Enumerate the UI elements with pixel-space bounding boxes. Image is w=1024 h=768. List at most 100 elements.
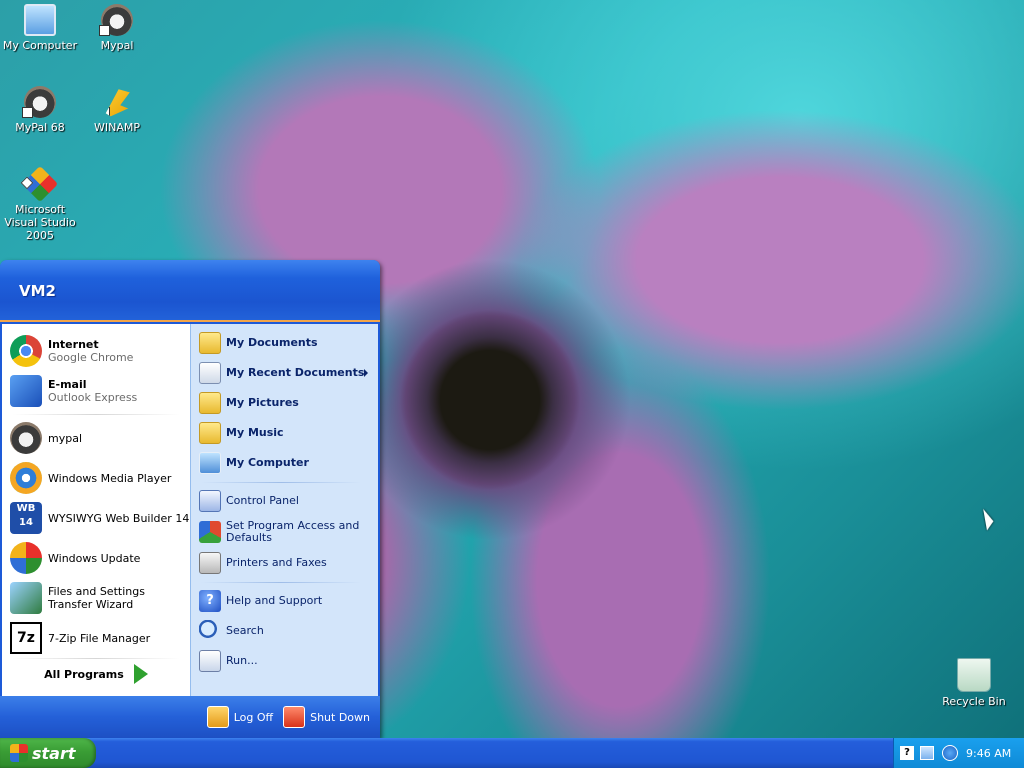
mypal-icon	[10, 422, 42, 454]
transfer-wizard-icon	[10, 582, 42, 614]
recent-item-label: WYSIWYG Web Builder 14	[48, 511, 190, 525]
recent-item-label: 7-Zip File Manager	[48, 631, 151, 645]
help-icon: ?	[199, 590, 221, 612]
green-arrow-icon	[133, 664, 148, 684]
control-panel-icon	[199, 490, 221, 512]
windows-update-icon	[10, 542, 42, 574]
tool-label: Run...	[226, 654, 258, 667]
recent-item-windows-media-player[interactable]: Windows Media Player	[2, 458, 190, 498]
tool-label: Search	[226, 624, 264, 637]
recent-item-label: mypal	[48, 431, 83, 445]
help-icon-text: ?	[206, 593, 214, 608]
search-icon	[199, 620, 221, 642]
recent-item-transfer-wizard[interactable]: Files and Settings Transfer Wizard	[2, 578, 190, 618]
recycle-bin-icon	[957, 658, 991, 692]
windows-media-player-icon	[10, 462, 42, 494]
start-menu-right-pane: My Documents My Recent Documents My Pict…	[190, 324, 378, 696]
log-off-label: Log Off	[233, 710, 274, 724]
tool-run[interactable]: Run...	[191, 646, 376, 676]
7zip-icon: 7z	[10, 622, 42, 654]
my-computer-icon	[199, 452, 221, 474]
help-tray-icon-text: ?	[904, 747, 910, 758]
printer-icon	[199, 552, 221, 574]
place-my-music[interactable]: My Music	[191, 418, 376, 448]
place-label: My Computer	[226, 456, 309, 469]
setting-label: Set Program Access and Defaults	[226, 519, 360, 544]
setting-label: Control Panel	[226, 494, 299, 507]
start-menu-header: VM2	[0, 260, 380, 322]
help-tray-icon[interactable]: ?	[900, 746, 914, 760]
recent-item-label: Files and Settings Transfer Wizard	[48, 585, 145, 611]
program-access-icon	[199, 521, 221, 543]
desktop-icon-label: WINAMP	[94, 121, 140, 134]
network-tray-icon[interactable]	[920, 746, 934, 760]
place-my-computer[interactable]: My Computer	[191, 448, 376, 478]
desktop-icon-mypal[interactable]: Mypal	[77, 4, 157, 52]
system-tray: ? 9:46 AM	[893, 738, 1024, 768]
clock[interactable]: 9:46 AM	[966, 747, 1011, 760]
web-builder-icon-text: WB 14	[16, 503, 36, 528]
place-label: My Pictures	[226, 396, 299, 409]
key-icon	[206, 706, 229, 728]
mypal-icon	[99, 4, 133, 36]
start-menu-left-pane: Internet Google Chrome E-mail Outlook Expr…	[2, 324, 190, 696]
folder-icon	[199, 332, 221, 354]
shut-down-label: Shut Down	[310, 710, 370, 724]
desktop-icon-mypal-68[interactable]: MyPal 68	[0, 86, 80, 134]
tool-help-support[interactable]: ? Help and Support	[191, 586, 376, 616]
7zip-icon-text: 7z	[17, 630, 35, 646]
start-label: start	[32, 743, 76, 763]
pinned-item-internet[interactable]: Internet Google Chrome	[2, 331, 190, 371]
tool-search[interactable]: Search	[191, 616, 376, 646]
setting-printers-faxes[interactable]: Printers and Faxes	[191, 548, 376, 578]
run-icon	[199, 650, 221, 672]
submenu-arrow-icon	[364, 369, 368, 377]
power-icon	[283, 706, 306, 728]
start-menu-body: Internet Google Chrome E-mail Outlook Expr…	[2, 324, 378, 696]
place-my-pictures[interactable]: My Pictures	[191, 388, 376, 418]
setting-program-access[interactable]: Set Program Access and Defaults	[191, 517, 376, 547]
all-programs-button[interactable]: All Programs	[2, 656, 190, 692]
folder-icon	[199, 392, 221, 414]
place-label: My Recent Documents	[226, 366, 365, 379]
recent-item-windows-update[interactable]: Windows Update	[2, 538, 190, 578]
shut-down-button[interactable]: Shut Down	[283, 702, 370, 732]
windows-logo-icon	[10, 744, 28, 762]
desktop-icon-label: Microsoft Visual Studio 2005	[4, 203, 76, 242]
my-computer-icon	[24, 4, 56, 36]
place-my-documents[interactable]: My Documents	[191, 328, 376, 358]
all-programs-label: All Programs	[44, 667, 124, 681]
tool-label: Help and Support	[226, 594, 323, 607]
start-menu-footer: Log Off Shut Down	[0, 696, 380, 738]
mypal-icon	[22, 86, 56, 118]
start-menu: VM2 Internet Google Chrome E-mail Outlook …	[0, 260, 380, 738]
recent-item-7zip[interactable]: 7z 7-Zip File Manager	[2, 618, 190, 658]
separator	[201, 482, 361, 483]
mouse-cursor-icon	[983, 507, 995, 531]
outlook-express-icon	[10, 375, 42, 407]
recent-item-label: Windows Update	[48, 551, 141, 565]
desktop-icon-my-computer[interactable]: My Computer	[0, 4, 80, 52]
recent-item-web-builder[interactable]: WB 14 WYSIWYG Web Builder 14	[2, 498, 190, 538]
desktop-icon-label: My Computer	[2, 39, 78, 52]
winamp-icon	[105, 89, 130, 117]
show-hidden-icons-chevron-icon[interactable]	[942, 745, 958, 761]
place-label: My Documents	[226, 336, 318, 349]
user-name: VM2	[19, 282, 56, 300]
pinned-item-subtitle: Google Chrome	[48, 351, 134, 364]
pinned-item-email[interactable]: E-mail Outlook Express	[2, 371, 190, 411]
separator	[12, 414, 180, 415]
start-button[interactable]: start	[0, 738, 96, 768]
visual-studio-icon	[21, 165, 59, 203]
desktop-icon-recycle-bin[interactable]: Recycle Bin	[934, 658, 1014, 708]
taskbar: start ? 9:46 AM	[0, 738, 1024, 768]
desktop-icon-winamp[interactable]: WINAMP	[77, 86, 157, 134]
desktop-icon-visual-studio[interactable]: Microsoft Visual Studio 2005	[0, 165, 80, 242]
place-my-recent-documents[interactable]: My Recent Documents	[191, 358, 376, 388]
setting-control-panel[interactable]: Control Panel	[191, 486, 376, 516]
recent-item-mypal[interactable]: mypal	[2, 418, 190, 458]
chrome-icon	[10, 335, 42, 367]
setting-label: Printers and Faxes	[226, 556, 327, 569]
log-off-button[interactable]: Log Off	[206, 702, 274, 732]
web-builder-icon: WB 14	[10, 502, 42, 534]
